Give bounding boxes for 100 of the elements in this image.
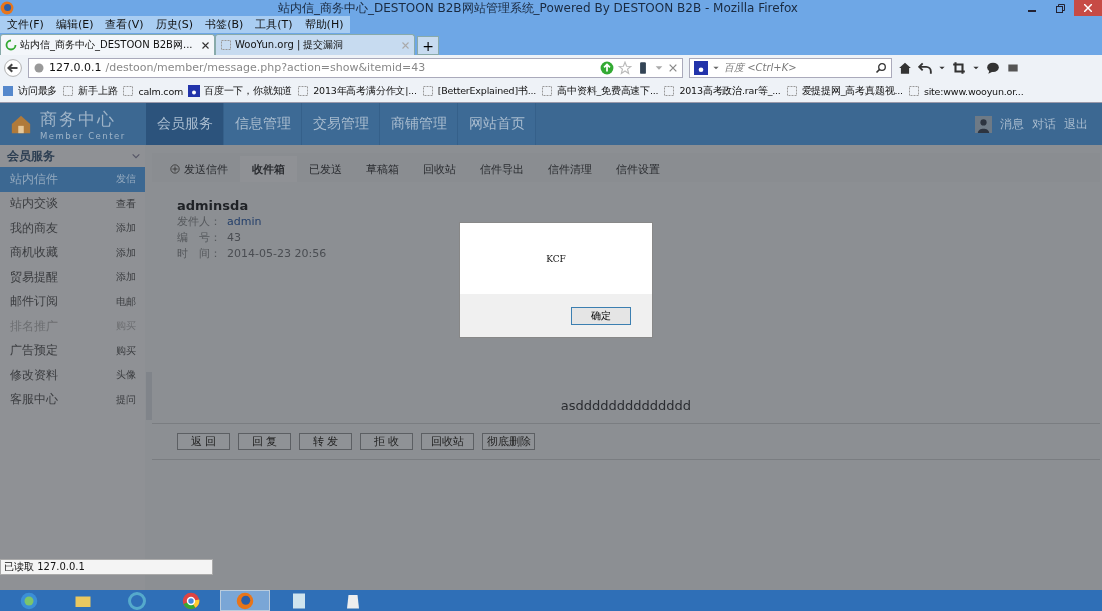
logo-title: 商务中心: [40, 107, 117, 131]
message-tab[interactable]: 信件清理: [536, 156, 604, 182]
sidebar-action-link[interactable]: 头像: [116, 368, 136, 383]
message-tab[interactable]: 回收站: [411, 156, 468, 182]
new-tab-button[interactable]: +: [417, 36, 439, 55]
action-button[interactable]: 回收站: [421, 433, 474, 450]
sidebar-item[interactable]: 广告预定 购买: [0, 338, 145, 363]
sidebar-item[interactable]: 贸易提醒 添加: [0, 265, 145, 290]
sender-link[interactable]: admin: [227, 215, 262, 229]
menu-item[interactable]: 文件(F): [2, 16, 49, 33]
avatar-icon: [975, 115, 992, 133]
menu-item[interactable]: 查看(V): [100, 16, 149, 33]
sidebar-heading: 会员服务: [7, 147, 55, 165]
browser-tab[interactable]: WooYun.org | 提交漏洞: [215, 34, 415, 55]
field-value: 2014-05-23 20:56: [227, 247, 327, 261]
action-button[interactable]: 转 发: [299, 433, 352, 450]
notepad-icon[interactable]: [290, 591, 308, 610]
sidebar-action-link[interactable]: 查看: [116, 196, 136, 211]
close-icon: [1084, 4, 1092, 12]
menu-item[interactable]: 书签(B): [200, 16, 249, 33]
bookmark[interactable]: 新手上路: [62, 84, 118, 98]
home-icon[interactable]: [898, 60, 912, 75]
bookmark[interactable]: 高中资料_免费高速下...: [541, 84, 659, 98]
plus-circle-icon: [170, 164, 180, 174]
message-tab[interactable]: 已发送: [297, 156, 354, 182]
sidebar-label: 站内交谈: [10, 195, 58, 213]
action-button[interactable]: 彻底删除: [482, 433, 535, 450]
field-value: 43: [227, 231, 241, 245]
sidebar-action-link[interactable]: 添加: [116, 221, 136, 236]
message-tab[interactable]: 发送信件: [158, 156, 240, 182]
sidebar-item[interactable]: 商机收藏 添加: [0, 240, 145, 265]
sidebar-item[interactable]: 我的商友 添加: [0, 216, 145, 241]
start-orb-icon[interactable]: [20, 591, 38, 610]
search-icon[interactable]: [875, 61, 887, 74]
status-bar: 已读取 127.0.0.1: [0, 559, 213, 575]
star-icon[interactable]: [618, 60, 632, 75]
sidebar-item[interactable]: 修改资料 头像: [0, 363, 145, 388]
browser-tab[interactable]: 站内信_商务中心_DESTOON B2B网...: [0, 34, 215, 55]
bookmark[interactable]: site:www.wooyun.or...: [907, 85, 1024, 97]
close-button[interactable]: [1074, 0, 1102, 16]
browser-icon[interactable]: [236, 591, 254, 610]
ok-button[interactable]: 确定: [571, 306, 631, 325]
nav-tab[interactable]: 会员服务: [146, 103, 224, 145]
page-icon: [62, 85, 75, 97]
user-link[interactable]: 对话: [1032, 115, 1056, 133]
sidebar-item[interactable]: 客服中心 提问: [0, 387, 145, 412]
user-link[interactable]: 消息: [1000, 115, 1024, 133]
message-tab[interactable]: 信件设置: [604, 156, 672, 182]
sidebar-item[interactable]: 站内信件 发信: [0, 167, 145, 192]
sidebar-label: 修改资料: [10, 366, 58, 384]
bookmark[interactable]: 2013高考政治.rar等_...: [663, 84, 781, 98]
message-tab[interactable]: 收件箱: [240, 156, 297, 182]
page-icon: [663, 85, 676, 97]
search-field[interactable]: 百度 <Ctrl+K>: [689, 57, 892, 78]
menu-item[interactable]: 编辑(E): [50, 16, 99, 33]
sidebar-action-link[interactable]: 提问: [116, 392, 136, 407]
menu-item[interactable]: 帮助(H): [299, 16, 349, 33]
speech-bubble-icon[interactable]: [986, 60, 1000, 75]
menu-item[interactable]: 历史(S): [150, 16, 199, 33]
bookmark[interactable]: calm.com: [122, 85, 184, 97]
dialog-message: KCF: [546, 253, 566, 264]
bookmark[interactable]: 访问最多: [2, 84, 58, 98]
sidebar-action-link[interactable]: 添加: [116, 270, 136, 285]
message-tab[interactable]: 信件导出: [468, 156, 536, 182]
sidebar-item[interactable]: 邮件订阅 电邮: [0, 289, 145, 314]
bookmark[interactable]: [BetterExplained]书...: [421, 84, 537, 98]
page-icon: [297, 85, 310, 97]
user-link[interactable]: 退出: [1064, 115, 1088, 133]
action-button[interactable]: 返 回: [177, 433, 230, 450]
restore-icon: [1055, 3, 1065, 13]
bookmark-folder-icon: [2, 85, 14, 97]
crop-icon[interactable]: [952, 60, 966, 75]
page-icon: [907, 85, 920, 97]
sidebar-action-link[interactable]: 购买: [116, 343, 136, 358]
message-body: asdddddddddddddd: [152, 398, 1100, 424]
sidebar-item[interactable]: 站内交谈 查看: [0, 191, 145, 216]
sidebar-action-link[interactable]: 发信: [116, 172, 136, 187]
sidebar-action-link[interactable]: 添加: [116, 245, 136, 260]
message-tab[interactable]: 草稿箱: [354, 156, 411, 182]
message-subject: adminsda: [177, 198, 250, 213]
undo-icon[interactable]: [918, 60, 932, 75]
bookmark[interactable]: 2013年高考满分作文|...: [297, 84, 417, 98]
browser-icon[interactable]: [182, 591, 200, 610]
sidebar-action-link[interactable]: 电邮: [116, 294, 136, 309]
page-icon: [122, 85, 135, 97]
back-icon[interactable]: [4, 58, 22, 77]
sidebar-label: 商机收藏: [10, 244, 58, 262]
address-bar[interactable]: 127.0.0.1 /destoon/member/message.php?action=show&itemid=43: [28, 57, 683, 78]
taskbar-button[interactable]: [220, 590, 270, 611]
action-button[interactable]: 拒 收: [360, 433, 413, 450]
window-title: 站内信_商务中心_DESTOON B2B网站管理系统_Powered By DESTOON B2B - Mozilla Firefox: [277, 0, 799, 17]
page-icon: [541, 85, 554, 97]
bookmark[interactable]: 爱提提网_高考真题视...: [785, 84, 903, 98]
go-icon[interactable]: [600, 60, 614, 75]
loading-spinner-icon: [5, 39, 17, 51]
bookmark[interactable]: 百度一下，你就知道: [188, 84, 293, 98]
action-button[interactable]: 回 复: [238, 433, 291, 450]
close-icon[interactable]: [201, 40, 210, 50]
page-icon: [785, 85, 798, 97]
menu-item[interactable]: 工具(T): [250, 16, 298, 33]
